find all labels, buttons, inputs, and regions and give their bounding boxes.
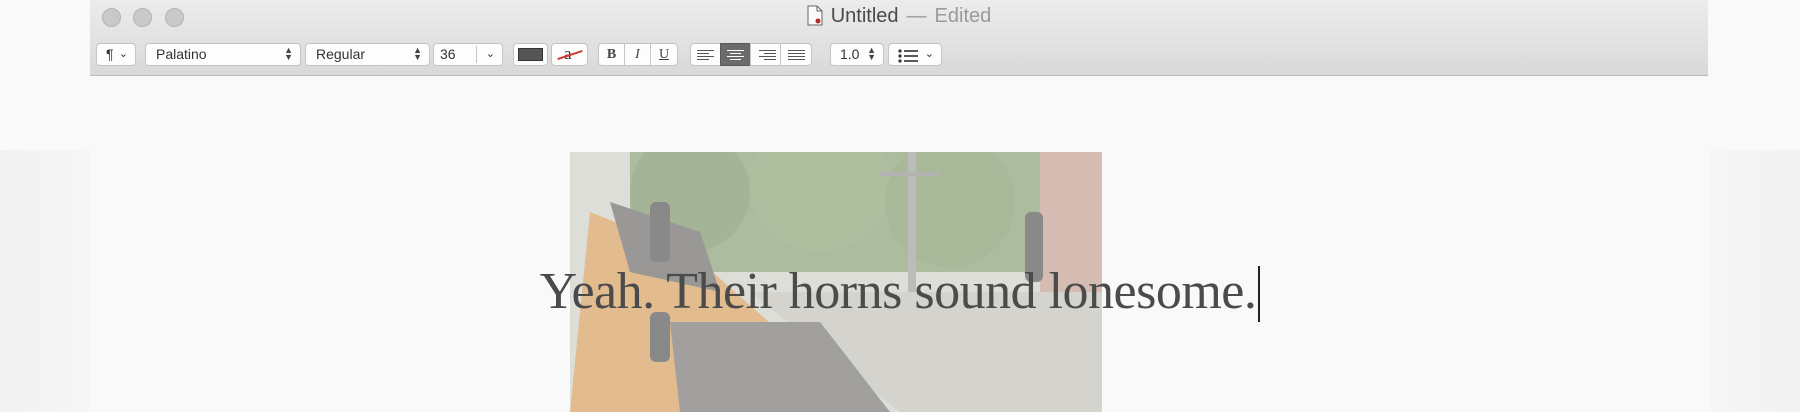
- divider: [476, 46, 477, 63]
- window-titlebar: Untitled — Edited ¶ ⌄ Palatino ▲ ▼ Regular …: [90, 0, 1708, 76]
- underline-button[interactable]: U: [650, 43, 678, 66]
- font-family-value: Palatino: [156, 46, 207, 62]
- justify-icon: [781, 50, 811, 60]
- close-window-button[interactable]: [102, 8, 121, 27]
- align-right-icon: [751, 50, 780, 60]
- justify-button[interactable]: [780, 43, 812, 66]
- align-left-icon: [691, 50, 720, 60]
- line-spacing-value: 1.0: [840, 46, 860, 62]
- italic-button[interactable]: I: [624, 43, 651, 66]
- document-icon: [807, 5, 823, 26]
- bulleted-list-icon: [898, 48, 920, 63]
- chevron-down-icon: ⌄: [485, 48, 495, 60]
- align-right-button[interactable]: [750, 43, 781, 66]
- paragraph-icon: ¶: [106, 46, 114, 62]
- title-separator: —: [906, 5, 927, 27]
- font-style-value: Regular: [316, 46, 366, 62]
- line-spacing-select[interactable]: 1.0 ▲ ▼: [830, 43, 884, 66]
- font-size-value: 36: [440, 46, 456, 62]
- edited-status: Edited: [934, 5, 992, 27]
- window-title: Untitled — Edited: [90, 5, 1708, 28]
- font-style-select[interactable]: Regular ▲ ▼: [305, 43, 430, 66]
- align-center-button[interactable]: [720, 43, 751, 66]
- up-down-arrows-icon: ▲ ▼: [284, 45, 293, 62]
- document-name: Untitled: [830, 5, 899, 27]
- font-family-select[interactable]: Palatino ▲ ▼: [145, 43, 301, 66]
- document-text: Yeah. Their horns sound lonesome.: [539, 263, 1257, 320]
- paragraph-styles-button[interactable]: ¶ ⌄: [96, 43, 136, 66]
- chevron-down-icon: ⌄: [924, 48, 934, 60]
- text-cursor: [1258, 266, 1261, 322]
- text-color-swatch: [518, 48, 543, 61]
- chevron-down-icon: ⌄: [118, 48, 128, 60]
- highlight-color-well[interactable]: a: [551, 43, 588, 66]
- minimize-window-button[interactable]: [133, 8, 152, 27]
- align-center-icon: [721, 50, 750, 60]
- list-bullets-button[interactable]: ⌄: [888, 43, 942, 66]
- align-left-button[interactable]: [690, 43, 721, 66]
- document-body[interactable]: Yeah. Their horns sound lonesome.: [0, 262, 1800, 322]
- up-down-arrows-icon: ▲ ▼: [867, 45, 876, 62]
- up-down-arrows-icon: ▲ ▼: [413, 45, 422, 62]
- bold-button[interactable]: B: [598, 43, 625, 66]
- format-toolbar: ¶ ⌄ Palatino ▲▼ Regular ▲▼ 36 ⌄ a B I: [90, 43, 1708, 67]
- font-size-combo[interactable]: 36 ⌄: [433, 43, 503, 66]
- text-color-well[interactable]: [513, 43, 548, 66]
- zoom-window-button[interactable]: [165, 8, 184, 27]
